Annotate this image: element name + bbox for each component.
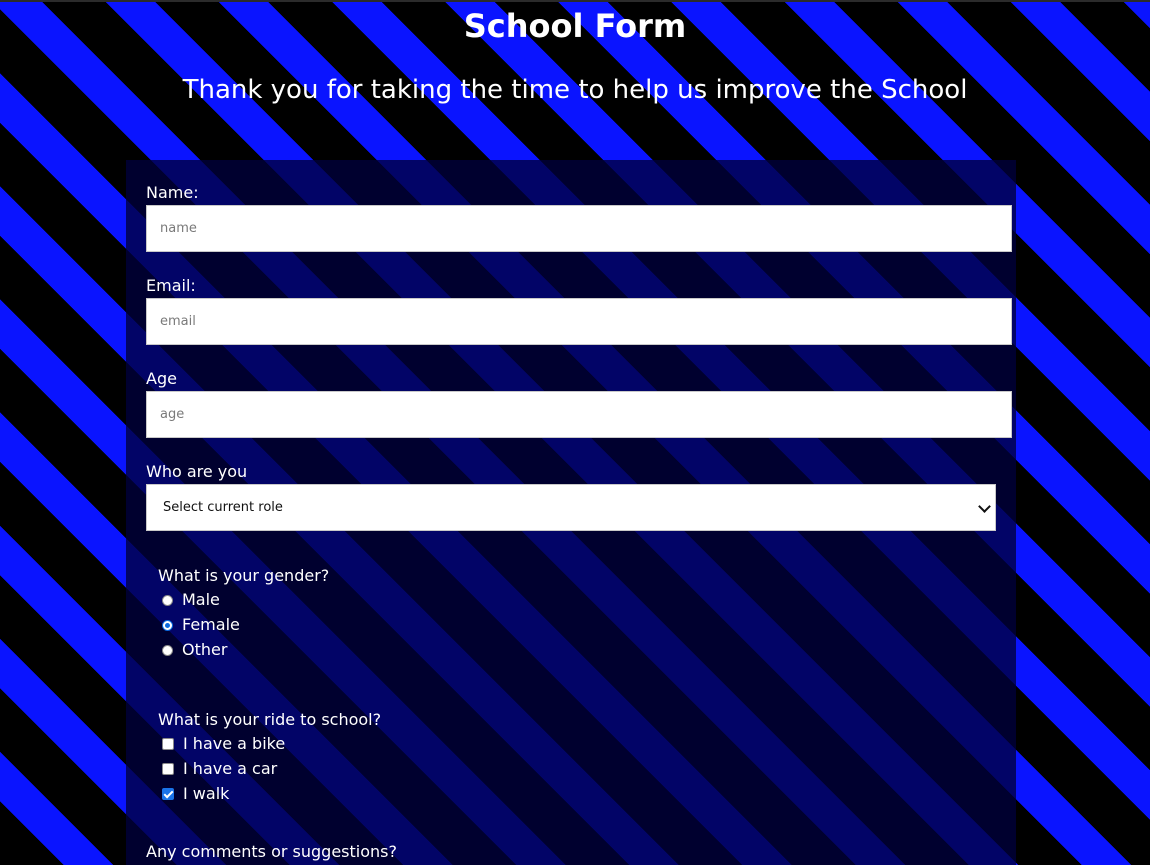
radio-male[interactable]	[162, 594, 173, 606]
radio-female[interactable]	[162, 619, 173, 631]
page-title: School Form	[463, 7, 687, 45]
age-input[interactable]	[146, 391, 1012, 438]
ride-option-bike[interactable]: I have a bike	[162, 734, 285, 754]
chevron-down-icon	[978, 500, 991, 513]
role-select-value: Select current role	[163, 500, 283, 515]
checkbox-car[interactable]	[162, 763, 174, 775]
ride-option-label: I have a bike	[183, 734, 286, 753]
gender-option-male[interactable]: Male	[162, 590, 220, 610]
radio-other[interactable]	[162, 644, 173, 656]
gender-option-label: Female	[182, 615, 240, 634]
name-label: Name:	[146, 183, 199, 202]
gender-option-label: Other	[182, 640, 228, 659]
ride-option-label: I have a car	[183, 759, 278, 778]
role-select[interactable]: Select current role	[146, 484, 996, 531]
email-label: Email:	[146, 276, 196, 295]
gender-option-other[interactable]: Other	[162, 640, 227, 660]
ride-option-walk[interactable]: I walk	[162, 784, 229, 804]
gender-option-female[interactable]: Female	[162, 615, 240, 635]
checkbox-walk[interactable]	[162, 788, 174, 800]
checkbox-bike[interactable]	[162, 738, 174, 750]
age-label: Age	[146, 369, 177, 388]
gender-question: What is your gender?	[158, 566, 330, 585]
name-input[interactable]	[146, 205, 1012, 252]
page-subtitle: Thank you for taking the time to help us…	[182, 75, 968, 105]
gender-option-label: Male	[182, 590, 220, 609]
role-label: Who are you	[146, 462, 248, 481]
ride-question: What is your ride to school?	[158, 710, 382, 729]
ride-option-label: I walk	[183, 784, 230, 803]
comments-label: Any comments or suggestions?	[146, 842, 397, 861]
ride-option-car[interactable]: I have a car	[162, 759, 277, 779]
email-input[interactable]	[146, 298, 1012, 345]
